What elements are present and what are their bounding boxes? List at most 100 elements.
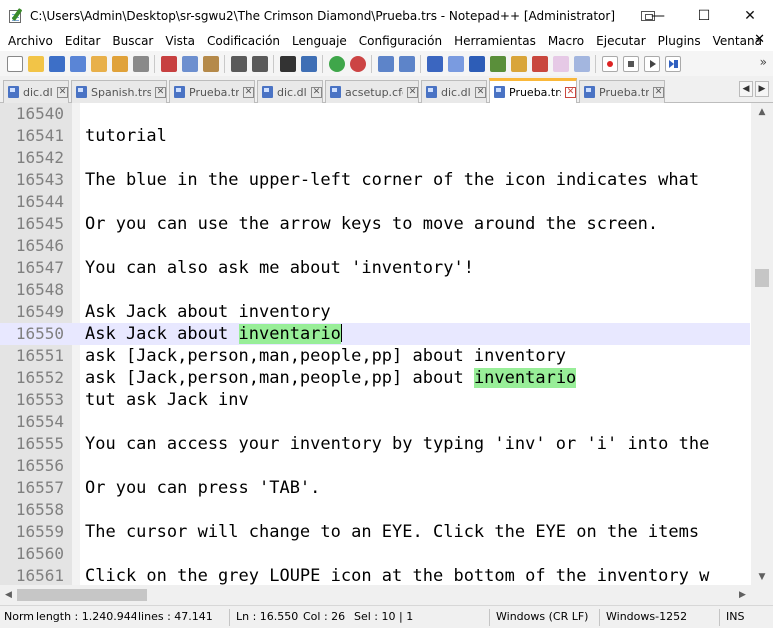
vertical-scroll-thumb[interactable]: [755, 269, 769, 287]
menu-herramientas[interactable]: Herramientas: [448, 34, 542, 48]
redo-icon[interactable]: [251, 55, 268, 72]
editor-line[interactable]: 16542: [0, 147, 750, 169]
play-macro-icon[interactable]: [643, 55, 660, 72]
status-eol-format[interactable]: Windows (CR LF): [496, 606, 596, 628]
menu-configuracion[interactable]: Configuración: [353, 34, 448, 48]
close-all-icon[interactable]: [111, 55, 128, 72]
new-file-icon[interactable]: [6, 55, 23, 72]
tab-close-icon[interactable]: ✕: [653, 86, 664, 98]
open-file-icon[interactable]: [27, 55, 44, 72]
tab-dic-dll-2[interactable]: dic.dll ✕: [257, 80, 323, 103]
zoom-out-icon[interactable]: [349, 55, 366, 72]
tab-close-icon[interactable]: ✕: [311, 86, 322, 98]
zoom-in-icon[interactable]: [328, 55, 345, 72]
scroll-right-icon[interactable]: ▶: [734, 585, 751, 605]
undo-icon[interactable]: [230, 55, 247, 72]
show-all-chars-icon[interactable]: [447, 55, 464, 72]
close-icon[interactable]: [90, 55, 107, 72]
word-wrap-icon[interactable]: [426, 55, 443, 72]
editor-line[interactable]: 16551 ask [Jack,person,man,people,pp] abo…: [0, 345, 750, 367]
editor-line[interactable]: 16561 Click on the grey LOUPE icon at the…: [0, 565, 750, 587]
menu-macro[interactable]: Macro: [542, 34, 590, 48]
tab-scroll-left-icon[interactable]: ◀: [739, 81, 753, 97]
function-list-icon[interactable]: [510, 55, 527, 72]
status-insert-mode[interactable]: INS: [726, 606, 756, 628]
tab-close-icon[interactable]: ✕: [57, 86, 68, 98]
stop-record-icon[interactable]: [622, 55, 639, 72]
tab-close-icon[interactable]: ✕: [243, 86, 254, 98]
indent-guide-icon[interactable]: [468, 55, 485, 72]
tab-close-icon[interactable]: ✕: [565, 86, 576, 98]
editor-line[interactable]: 16543 The blue in the upper-left corner o…: [0, 169, 750, 191]
tab-acsetup-cfg[interactable]: acsetup.cfg ✕: [325, 80, 419, 103]
editor-line[interactable]: 16559 The cursor will change to an EYE. C…: [0, 521, 750, 543]
tab-scroll-right-icon[interactable]: ▶: [755, 81, 769, 97]
scroll-down-icon[interactable]: ▼: [751, 568, 773, 585]
editor-line[interactable]: 16558: [0, 499, 750, 521]
editor-line[interactable]: 16556: [0, 455, 750, 477]
editor-line[interactable]: 16546: [0, 235, 750, 257]
menu-plugins[interactable]: Plugins: [652, 34, 707, 48]
menu-help[interactable]: ?: [768, 34, 773, 48]
editor-line[interactable]: 16548: [0, 279, 750, 301]
menu-codificacion[interactable]: Codificación: [201, 34, 286, 48]
scroll-left-icon[interactable]: ◀: [0, 585, 17, 605]
editor-current-line[interactable]: 16550 Ask Jack about inventario: [0, 323, 750, 345]
menu-lenguaje[interactable]: Lenguaje: [286, 34, 353, 48]
editor-line[interactable]: 16554: [0, 411, 750, 433]
paste-icon[interactable]: [202, 55, 219, 72]
menu-buscar[interactable]: Buscar: [106, 34, 159, 48]
tab-dic-dll-3[interactable]: dic.dll ✕: [421, 80, 487, 103]
editor-line[interactable]: 16547 You can also ask me about 'inventor…: [0, 257, 750, 279]
menu-ejecutar[interactable]: Ejecutar: [590, 34, 652, 48]
close-document-icon[interactable]: ✕: [754, 32, 765, 47]
editor-line[interactable]: 16555 You can access your inventory by ty…: [0, 433, 750, 455]
tab-prueba-trs-1[interactable]: Prueba.trs ✕: [169, 80, 255, 103]
wrap-doc-icon[interactable]: [573, 55, 590, 72]
toolbar-overflow-icon[interactable]: »: [760, 55, 767, 69]
status-encoding[interactable]: Windows-1252: [606, 606, 716, 628]
editor-line[interactable]: 16544: [0, 191, 750, 213]
print-icon[interactable]: [132, 55, 149, 72]
tab-close-icon[interactable]: ✕: [407, 86, 418, 98]
editor-line[interactable]: 16541 tutorial: [0, 125, 750, 147]
folder-workspace-icon[interactable]: [531, 55, 548, 72]
cut-icon[interactable]: [160, 55, 177, 72]
monitoring-icon[interactable]: [552, 55, 569, 72]
menu-editar[interactable]: Editar: [59, 34, 107, 48]
record-macro-icon[interactable]: [601, 55, 618, 72]
sync-vertical-icon[interactable]: [377, 55, 394, 72]
menu-archivo[interactable]: Archivo: [2, 34, 59, 48]
tab-prueba-tra[interactable]: Prueba.tra ✕: [579, 80, 665, 103]
title-bar[interactable]: C:\Users\Admin\Desktop\sr-sgwu2\The Crim…: [0, 0, 773, 31]
tab-prueba-trs-active[interactable]: Prueba.trs ✕: [489, 78, 577, 103]
editor-line[interactable]: 16545 Or you can use the arrow keys to mo…: [0, 213, 750, 235]
notepadpp-app-icon[interactable]: [8, 7, 24, 24]
editor-line[interactable]: 16557 Or you can press 'TAB'.: [0, 477, 750, 499]
document-map-icon[interactable]: [489, 55, 506, 72]
close-window-button[interactable]: ✕: [727, 0, 773, 31]
find-icon[interactable]: [279, 55, 296, 72]
tab-close-icon[interactable]: ✕: [155, 86, 166, 98]
tab-close-icon[interactable]: ✕: [475, 86, 486, 98]
minimize-button[interactable]: —: [635, 0, 681, 31]
editor-line[interactable]: 16560: [0, 543, 750, 565]
horizontal-scrollbar[interactable]: ◀ ▶: [0, 585, 751, 605]
editor-line[interactable]: 16549 Ask Jack about inventory: [0, 301, 750, 323]
tab-dic-dll-1[interactable]: dic.dll ✕: [3, 80, 69, 103]
text-editor[interactable]: 16540 16541 tutorial 16542 16543 The blue …: [0, 103, 773, 605]
maximize-button[interactable]: ☐: [681, 0, 727, 31]
editor-line[interactable]: 16553 tut ask Jack inv: [0, 389, 750, 411]
copy-icon[interactable]: [181, 55, 198, 72]
tab-spanish-trs[interactable]: Spanish.trs ✕: [71, 80, 167, 103]
editor-line[interactable]: 16540: [0, 103, 750, 125]
sync-horizontal-icon[interactable]: [398, 55, 415, 72]
run-macro-multiple-icon[interactable]: [664, 55, 681, 72]
editor-line[interactable]: 16552 ask [Jack,person,man,people,pp] abo…: [0, 367, 750, 389]
vertical-scrollbar[interactable]: ▲ ▼: [751, 103, 773, 585]
menu-vista[interactable]: Vista: [159, 34, 201, 48]
save-icon[interactable]: [48, 55, 65, 72]
horizontal-scroll-thumb[interactable]: [17, 589, 147, 601]
replace-icon[interactable]: [300, 55, 317, 72]
save-all-icon[interactable]: [69, 55, 86, 72]
